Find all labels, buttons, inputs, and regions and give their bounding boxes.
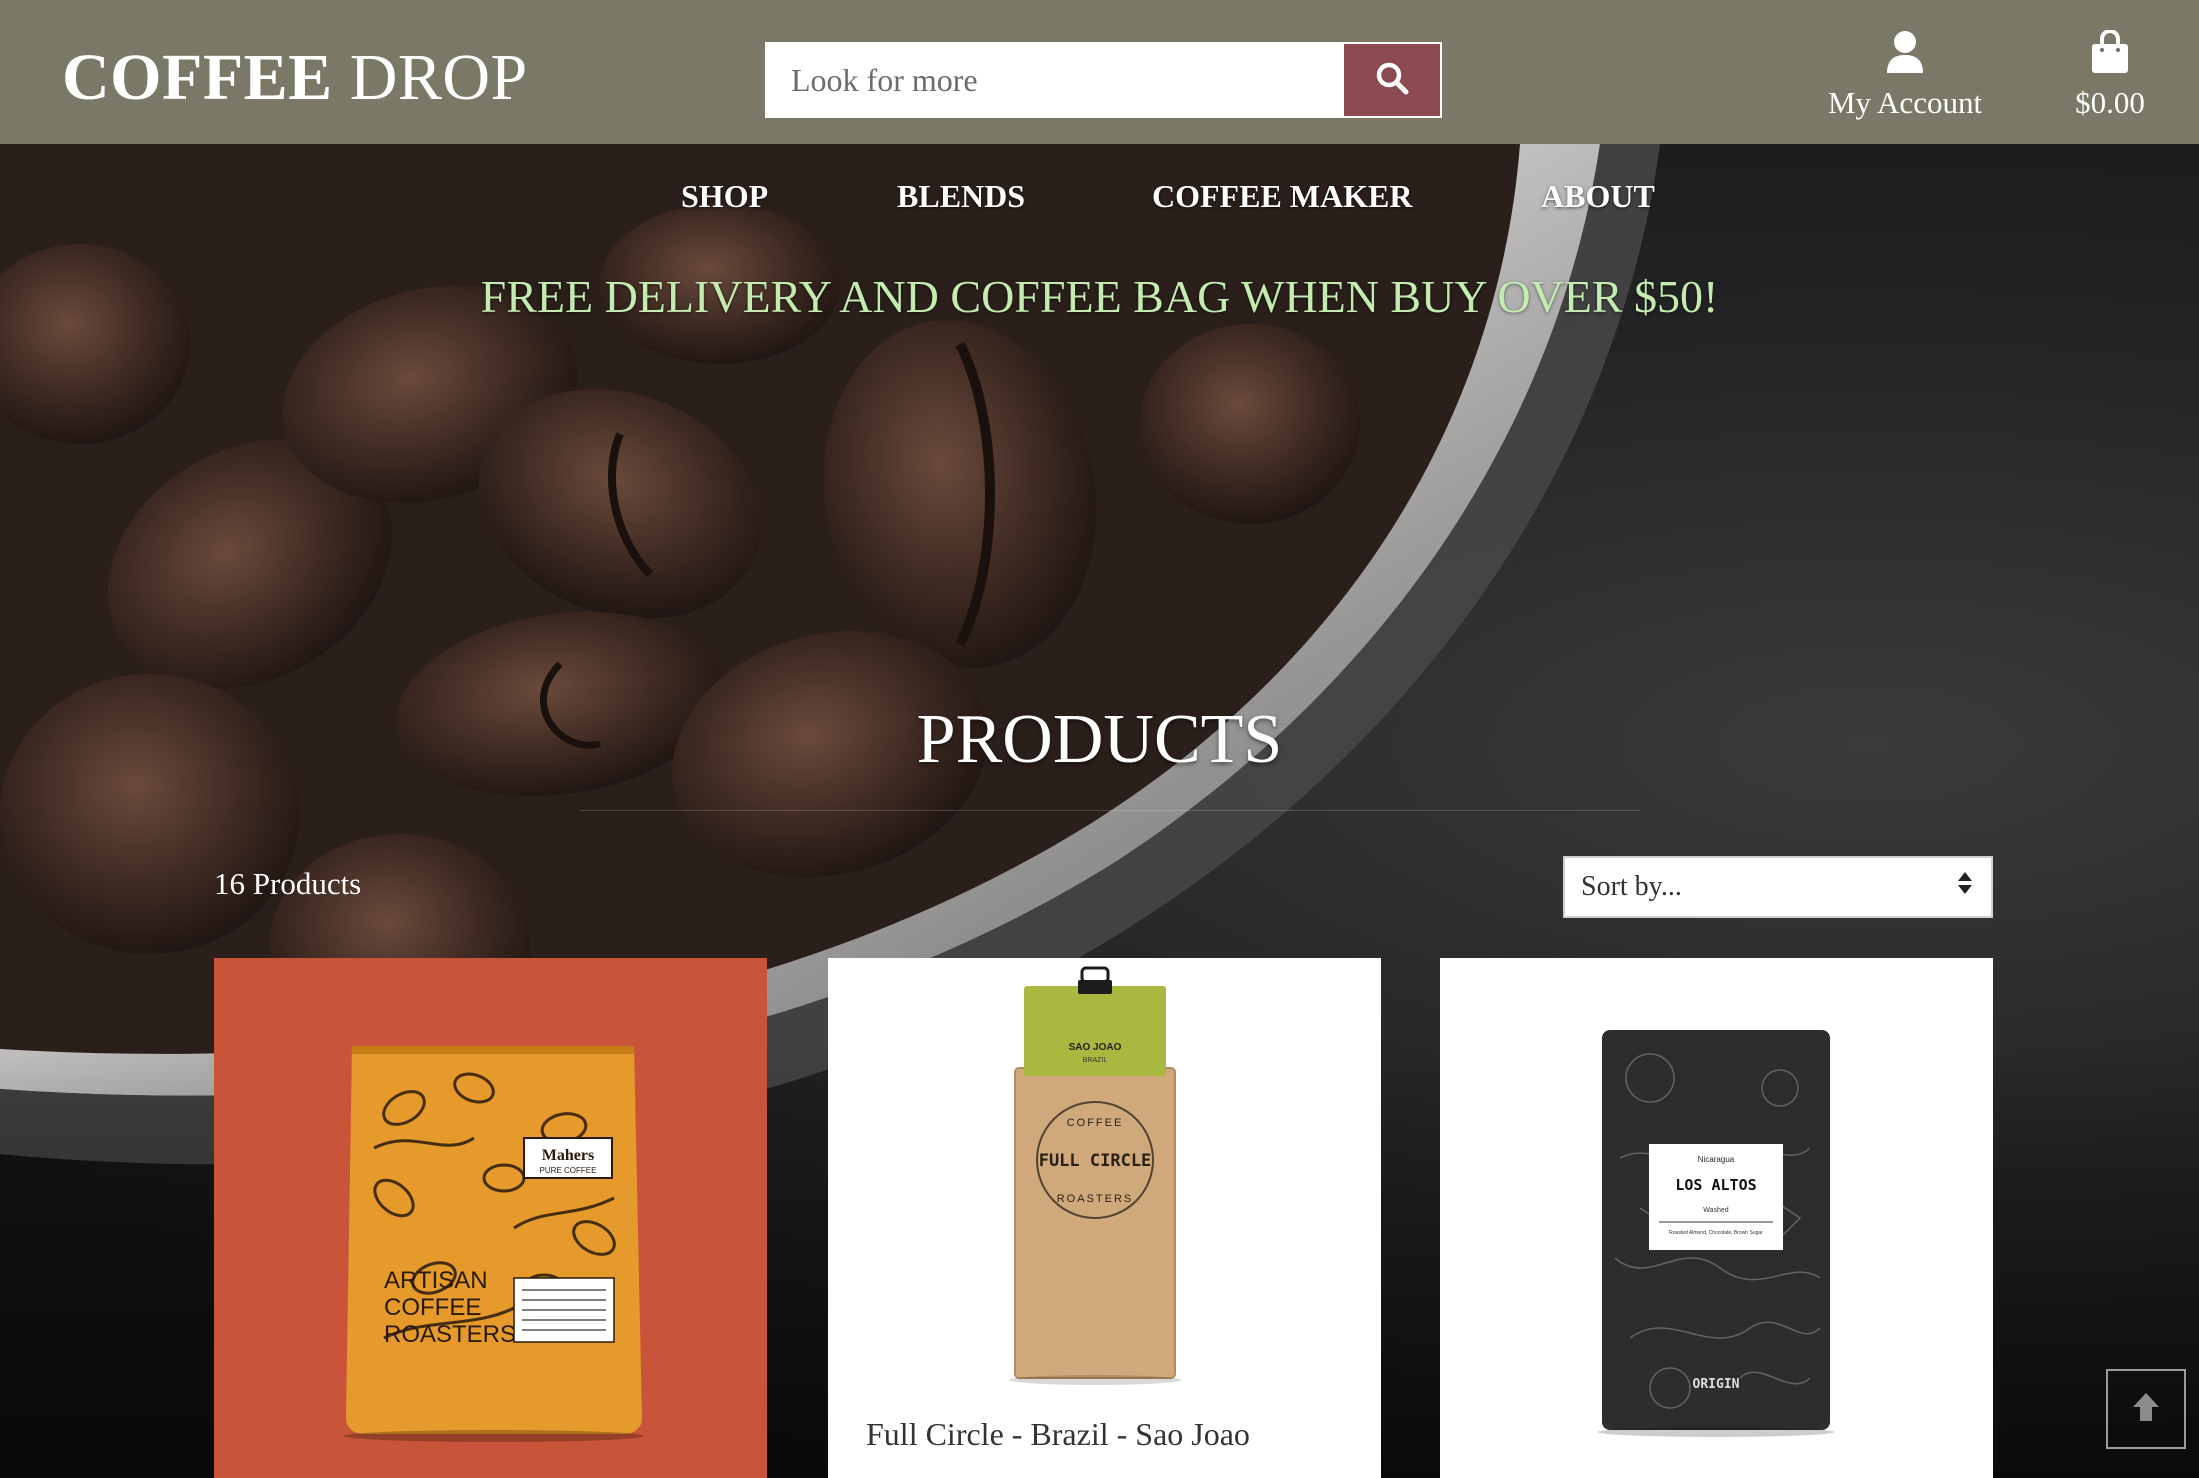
- main-nav: SHOP BLENDS COFFEE MAKER ABOUT: [0, 178, 2199, 222]
- site-logo[interactable]: COFFEE DROP: [62, 40, 528, 116]
- sort-select-value: Sort by...: [1581, 871, 1682, 902]
- product-card[interactable]: SAO JOAO BRAZIL COFFEE FULL CIRCLE ROAST…: [828, 958, 1381, 1478]
- bag-brand-text: Mahers: [542, 1147, 594, 1164]
- bag-label-notes: Roasted Almond, Chocolate, Brown Sugar: [1669, 1230, 1763, 1236]
- nav-item-blends[interactable]: BLENDS: [897, 178, 1025, 215]
- my-account-link[interactable]: My Account: [1820, 30, 1990, 121]
- search-icon: [1375, 61, 1409, 100]
- logo-bold-text: COFFEE: [62, 41, 333, 114]
- bag-text-line-2: COFFEE: [384, 1294, 481, 1321]
- user-icon: [1885, 31, 1925, 78]
- bag-label-top: SAO JOAO: [1069, 1042, 1122, 1053]
- bag-total: $0.00: [2075, 85, 2145, 120]
- bag-text-line-3: ROASTERS: [384, 1321, 516, 1348]
- search-input[interactable]: [767, 44, 1344, 116]
- my-account-label: My Account: [1827, 85, 1983, 120]
- bag-label-origin: Nicaragua: [1698, 1155, 1735, 1164]
- sort-select[interactable]: Sort by...: [1563, 856, 1993, 918]
- back-to-top-button[interactable]: [2106, 1369, 2186, 1449]
- bag-brand-text: ORIGIN: [1693, 1377, 1740, 1392]
- sort-arrows-icon: [1957, 871, 1973, 903]
- bag-label-sub: BRAZIL: [1083, 1057, 1108, 1064]
- bag-label-main: LOS ALTOS: [1675, 1176, 1756, 1194]
- product-card[interactable]: Mahers PURE COFFEE ARTISAN COFFEE ROASTE…: [214, 958, 767, 1478]
- shopping-bag-link[interactable]: $0.00: [2060, 29, 2160, 121]
- bag-ring-top-text: COFFEE: [1067, 1117, 1124, 1129]
- product-count: 16 Products: [214, 866, 362, 901]
- arrow-up-icon: [2131, 1391, 2161, 1428]
- nav-item-shop[interactable]: SHOP: [681, 178, 768, 215]
- page-title: PRODUCTS: [916, 701, 1283, 778]
- promo-banner: FREE DELIVERY AND COFFEE BAG WHEN BUY OV…: [480, 271, 1719, 322]
- logo-regular-text: DROP: [349, 41, 528, 114]
- product-name[interactable]: Full Circle - Brazil - Sao Joao: [866, 1416, 1250, 1453]
- product-image: SAO JOAO BRAZIL COFFEE FULL CIRCLE ROAST…: [1009, 966, 1181, 1385]
- bag-ring-bottom-text: ROASTERS: [1057, 1193, 1134, 1205]
- nav-item-coffee-maker[interactable]: COFFEE MAKER: [1152, 178, 1412, 215]
- page: COFFEE DROP My Account: [0, 0, 2199, 1478]
- search-form: [765, 42, 1442, 118]
- nav-item-about[interactable]: ABOUT: [1541, 178, 1655, 215]
- title-divider: [580, 810, 1640, 811]
- bag-brand-sub-text: PURE COFFEE: [540, 1166, 597, 1175]
- product-card[interactable]: Nicaragua LOS ALTOS Washed Roasted Almon…: [1440, 958, 1993, 1478]
- product-image: Mahers PURE COFFEE ARTISAN COFFEE ROASTE…: [344, 1046, 644, 1442]
- product-image: Nicaragua LOS ALTOS Washed Roasted Almon…: [1598, 1030, 1834, 1437]
- bag-label-process: Washed: [1703, 1207, 1729, 1214]
- shopping-bag-icon: [2091, 29, 2129, 78]
- search-button[interactable]: [1344, 44, 1440, 116]
- bag-main-text: FULL CIRCLE: [1039, 1151, 1152, 1171]
- bag-text-line-1: ARTISAN: [384, 1267, 488, 1294]
- site-header: COFFEE DROP My Account: [0, 0, 2199, 144]
